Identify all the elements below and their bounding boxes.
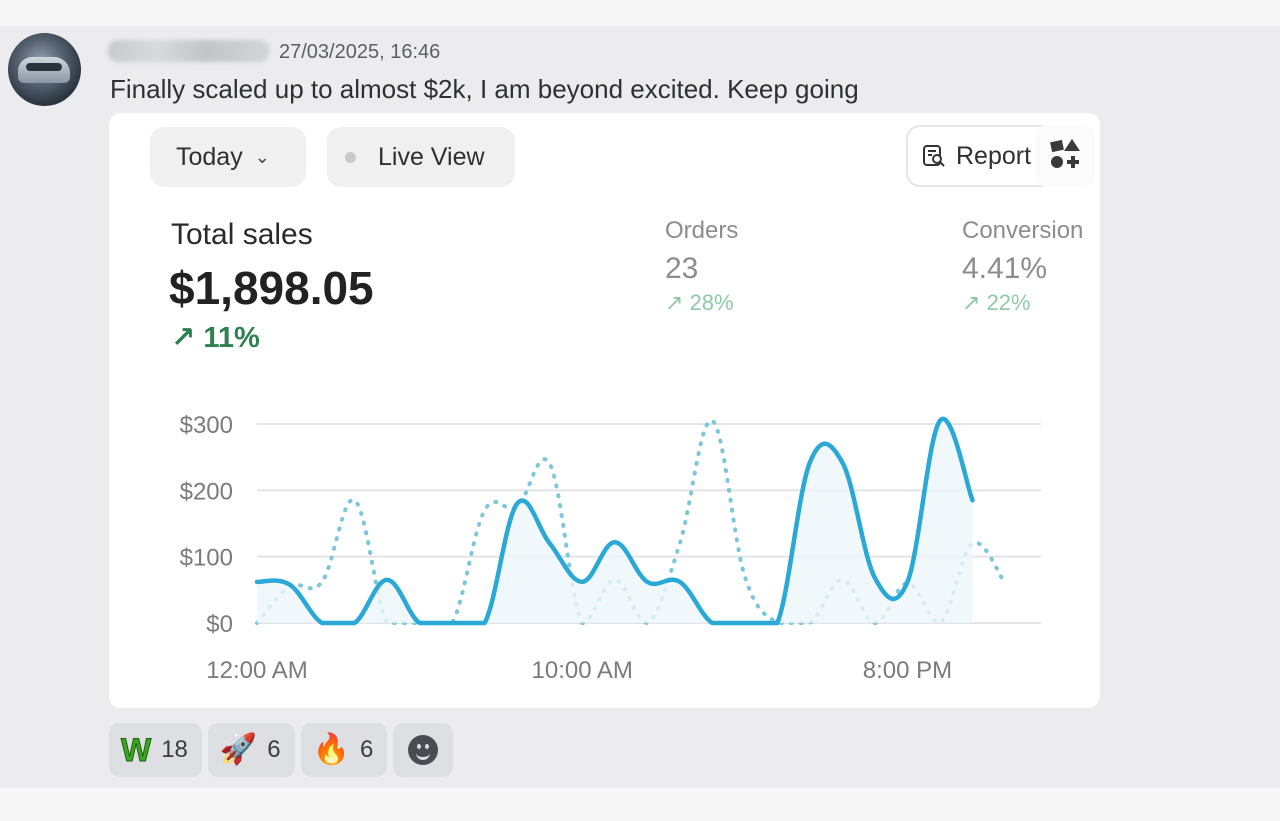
- reaction-count: 18: [161, 736, 188, 763]
- reaction-count: 6: [359, 736, 374, 763]
- username-redacted[interactable]: [108, 40, 270, 62]
- add-reaction-button[interactable]: [393, 723, 454, 777]
- smiley-icon: [408, 735, 439, 765]
- sales-line-chart: $0 $100 $200 $300 12:00 AM 10:00 AM 8:00 PM: [180, 412, 1041, 684]
- x-tick-label: 10:00 AM: [532, 657, 633, 684]
- y-tick-label: $100: [180, 545, 233, 572]
- y-tick-label: $300: [180, 412, 233, 439]
- reaction-button[interactable]: 🔥 6: [300, 723, 388, 777]
- message-timestamp: 27/03/2025, 16:46: [279, 41, 441, 63]
- reaction-button[interactable]: 🚀 6: [207, 723, 295, 777]
- y-tick-label: $200: [180, 478, 233, 505]
- reaction-emoji: W: [120, 732, 152, 768]
- y-tick-label: $0: [206, 611, 233, 638]
- message-text: Finally scaled up to almost $2k, I am be…: [110, 74, 859, 104]
- reaction-emoji: 🚀: [219, 733, 258, 766]
- avatar[interactable]: [8, 33, 81, 106]
- x-tick-label: 8:00 PM: [863, 657, 952, 684]
- reaction-button[interactable]: W 18: [109, 723, 202, 777]
- reaction-count: 6: [267, 736, 281, 763]
- x-tick-label: 12:00 AM: [206, 657, 307, 684]
- reaction-emoji: 🔥: [312, 733, 350, 766]
- sales-dashboard-screenshot[interactable]: Today ⌄ Live View Report Total sales $1,…: [109, 113, 1100, 708]
- reactions-bar: W 18 🚀 6 🔥 6: [109, 723, 454, 777]
